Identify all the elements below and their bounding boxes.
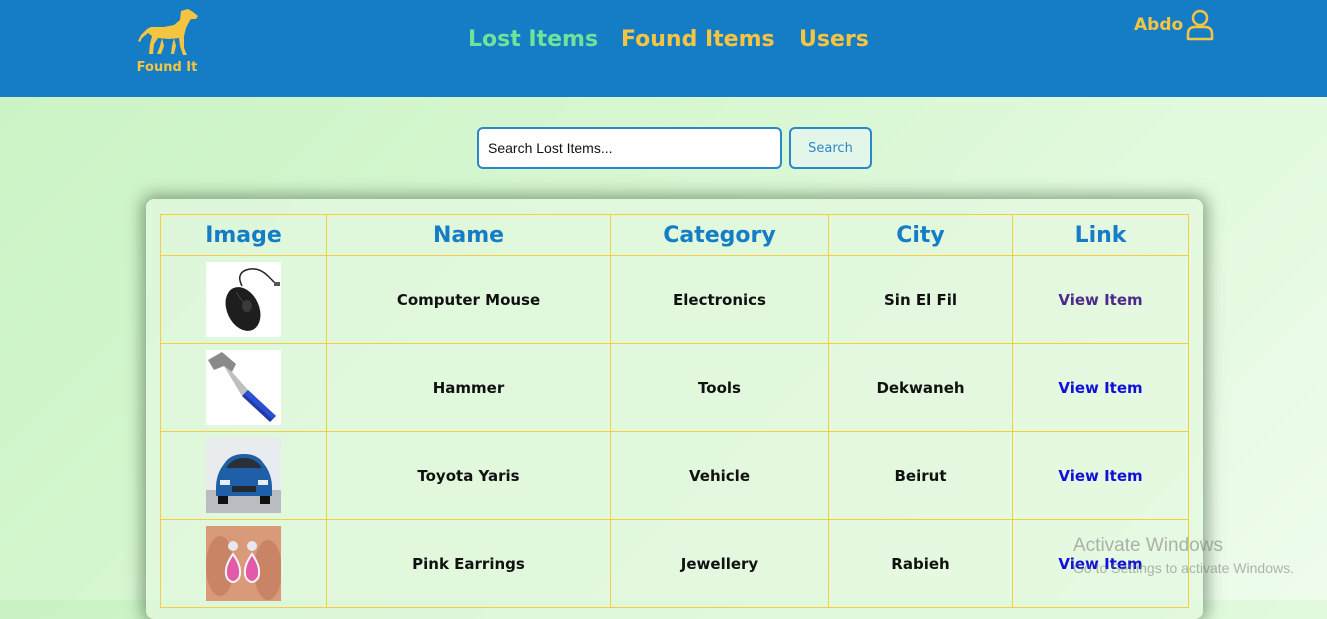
city-cell: Sin El Fil [828, 255, 1013, 344]
search-input[interactable] [477, 127, 782, 169]
image-cell [160, 431, 327, 520]
name-cell: Hammer [326, 343, 611, 432]
logo-text: Found It [136, 60, 198, 75]
table-row: Computer Mouse Electronics Sin El Fil Vi… [160, 255, 1189, 344]
image-cell [160, 519, 327, 608]
navbar: Found It Lost Items Found Items Users Ab… [0, 0, 1327, 97]
pink-earrings-image [206, 526, 281, 601]
toyota-yaris-image [206, 438, 281, 513]
table-row: Hammer Tools Dekwaneh View Item [160, 343, 1189, 432]
view-item-link[interactable]: View Item [1058, 379, 1142, 397]
user-profile-icon[interactable] [1185, 9, 1215, 41]
view-item-link[interactable]: View Item [1058, 467, 1142, 485]
view-item-link[interactable]: View Item [1058, 555, 1142, 573]
hammer-image [206, 350, 281, 425]
user-name[interactable]: Abdo [1134, 15, 1183, 35]
header-city: City [828, 214, 1013, 256]
name-cell: Toyota Yaris [326, 431, 611, 520]
city-cell: Dekwaneh [828, 343, 1013, 432]
nav-found-items[interactable]: Found Items [621, 27, 775, 52]
image-cell [160, 343, 327, 432]
computer-mouse-image [206, 262, 281, 337]
category-cell: Tools [610, 343, 829, 432]
city-cell: Beirut [828, 431, 1013, 520]
search-button[interactable]: Search [789, 127, 872, 169]
link-cell: View Item [1012, 519, 1189, 608]
link-cell: View Item [1012, 431, 1189, 520]
name-cell: Computer Mouse [326, 255, 611, 344]
link-cell: View Item [1012, 343, 1189, 432]
header-link: Link [1012, 214, 1189, 256]
lost-items-table: Image Name Category City Link Computer M… [160, 214, 1189, 608]
image-cell [160, 255, 327, 344]
category-cell: Vehicle [610, 431, 829, 520]
table-row: Toyota Yaris Vehicle Beirut View Item [160, 431, 1189, 520]
category-cell: Electronics [610, 255, 829, 344]
city-cell: Rabieh [828, 519, 1013, 608]
table-row: Pink Earrings Jewellery Rabieh View Item [160, 519, 1189, 608]
table-header-row: Image Name Category City Link [160, 214, 1189, 256]
nav-users[interactable]: Users [799, 27, 869, 52]
name-cell: Pink Earrings [326, 519, 611, 608]
link-cell: View Item [1012, 255, 1189, 344]
dog-logo-icon [138, 9, 198, 55]
category-cell: Jewellery [610, 519, 829, 608]
logo[interactable]: Found It [132, 8, 204, 78]
header-category: Category [610, 214, 829, 256]
nav-lost-items[interactable]: Lost Items [468, 27, 598, 52]
header-image: Image [160, 214, 327, 256]
header-name: Name [326, 214, 611, 256]
view-item-link[interactable]: View Item [1058, 291, 1142, 309]
